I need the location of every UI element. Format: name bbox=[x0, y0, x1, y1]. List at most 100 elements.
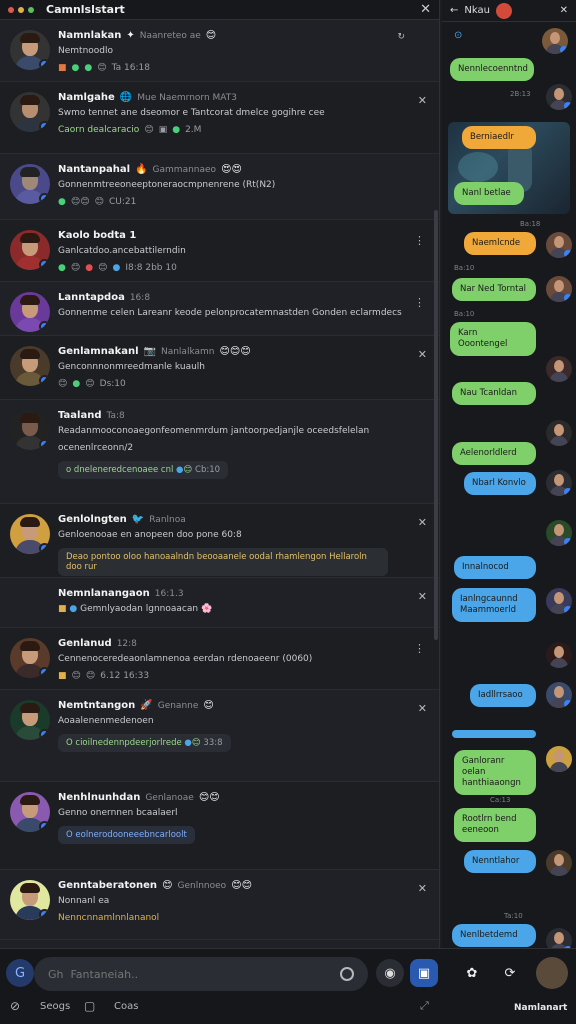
chat-bubble[interactable]: Nbarl Konvlo bbox=[464, 472, 536, 495]
expand-icon[interactable]: ⤢ bbox=[420, 999, 429, 1013]
close-icon[interactable]: ✕ bbox=[420, 2, 431, 17]
chat-bubble[interactable]: Nar Ned Torntal bbox=[452, 278, 536, 301]
compass-icon[interactable]: ⊘ bbox=[10, 999, 20, 1013]
avatar[interactable] bbox=[10, 880, 50, 920]
maximize-dot-icon[interactable] bbox=[28, 6, 34, 13]
chat-avatar[interactable] bbox=[546, 928, 572, 948]
post-author[interactable]: Namlgahe bbox=[58, 92, 115, 103]
post-author[interactable]: Genntaberatonen bbox=[58, 880, 157, 891]
avatar[interactable] bbox=[10, 164, 50, 204]
feed-post[interactable]: Namlgahe 🌐 Mue Naemrnorn MAT3 Swmo tennet … bbox=[0, 82, 439, 154]
feed-post[interactable]: Kaolo bodta 1 Ganlcatdoo.ancebattilerndi… bbox=[0, 220, 439, 282]
avatar[interactable] bbox=[10, 230, 50, 270]
close-post-icon[interactable]: ✕ bbox=[418, 882, 427, 895]
chat-bubble[interactable]: Naemlcnde bbox=[464, 232, 536, 255]
app-logo-icon[interactable]: G bbox=[6, 959, 34, 987]
avatar[interactable] bbox=[10, 638, 50, 678]
chat-avatar[interactable] bbox=[546, 470, 572, 496]
settings-gear-icon[interactable]: ✿ bbox=[458, 959, 486, 987]
more-options-icon[interactable]: ⋮ bbox=[414, 296, 425, 309]
post-author[interactable]: Nenhlnunhdan bbox=[58, 792, 140, 803]
profile-avatar[interactable] bbox=[536, 957, 568, 989]
chat-bubble[interactable]: Aelenorldlerd bbox=[452, 442, 536, 465]
post-author[interactable]: Kaolo bodta 1 bbox=[58, 230, 136, 241]
chat-avatar[interactable] bbox=[546, 276, 572, 302]
post-author[interactable]: Genlanud bbox=[58, 638, 112, 649]
feed-post[interactable]: Genntaberatonen 😊 Genlnnoeo 😊😊 Nonnanl ea N… bbox=[0, 870, 439, 940]
bottom-link-1[interactable]: Seogs bbox=[40, 1001, 70, 1012]
feed-post[interactable]: Genlanud 12:8 Cennenoceredeaonlamnenoa ee… bbox=[0, 628, 439, 690]
more-options-icon[interactable]: ⋮ bbox=[414, 234, 425, 247]
feed-post[interactable]: Nenhlnunhdan Genlanoae 😊😊 Genno onernnen b… bbox=[0, 782, 439, 870]
message-input[interactable] bbox=[48, 967, 328, 981]
camera-button-icon[interactable]: ◉ bbox=[376, 959, 404, 987]
chat-bubble[interactable]: Nanl betlae bbox=[454, 182, 524, 205]
search-icon[interactable] bbox=[340, 967, 354, 981]
close-post-icon[interactable]: ✕ bbox=[418, 590, 427, 603]
avatar[interactable] bbox=[10, 792, 50, 832]
chat-avatar[interactable] bbox=[546, 682, 572, 708]
chat-avatar[interactable] bbox=[546, 520, 572, 546]
post-chip[interactable]: O cioilnedennpdeerjorlrede ●😊 33:8 bbox=[58, 734, 231, 752]
back-arrow-icon[interactable]: ← bbox=[450, 5, 458, 16]
post-author[interactable]: Genlolngten bbox=[58, 514, 127, 525]
post-author[interactable]: Genlamnakanl bbox=[58, 346, 139, 357]
post-chip[interactable]: o dneleneredcenoaee cnl ●😊 Cb:10 bbox=[58, 461, 229, 479]
close-post-icon[interactable]: ✕ bbox=[418, 702, 427, 715]
feed-scrollbar[interactable] bbox=[434, 210, 438, 640]
chat-bubble[interactable]: Berniaedlr bbox=[462, 126, 536, 149]
avatar[interactable] bbox=[10, 514, 50, 554]
avatar[interactable] bbox=[10, 700, 50, 740]
chat-avatar[interactable] bbox=[546, 642, 572, 668]
close-dot-icon[interactable] bbox=[8, 6, 14, 13]
feed-post[interactable]: Nemnlanangaon 16:1.3 ■ ● Gemnlyaodan lgnn… bbox=[0, 578, 439, 628]
avatar[interactable] bbox=[10, 346, 50, 386]
chat-bubble[interactable]: Nenlbetdemd bbox=[452, 924, 536, 947]
chat-bubble[interactable]: Iadllrrsaoo bbox=[470, 684, 536, 707]
chat-avatar[interactable] bbox=[546, 588, 572, 614]
post-author[interactable]: Lanntapdoa bbox=[58, 292, 125, 303]
post-author[interactable]: Nemnlanangaon bbox=[58, 588, 150, 599]
bottom-link-2[interactable]: Coas bbox=[114, 1001, 138, 1012]
chat-avatar[interactable] bbox=[546, 232, 572, 258]
chat-avatar[interactable] bbox=[546, 84, 572, 110]
chat-bubble[interactable]: Ianlngcaunnd Maammoerld bbox=[452, 588, 536, 622]
message-composer[interactable] bbox=[34, 957, 368, 991]
avatar[interactable] bbox=[10, 292, 50, 332]
post-author[interactable]: Nemtntangon bbox=[58, 700, 135, 711]
feed-post[interactable]: Namnlakan ✦ Naanreteo ae 😊 Nemtnoodlo ■ ● ● 😊 T… bbox=[0, 20, 439, 82]
chat-avatar[interactable] bbox=[546, 420, 572, 446]
close-post-icon[interactable]: ✕ bbox=[418, 348, 427, 361]
avatar[interactable] bbox=[10, 30, 50, 70]
feed-post[interactable]: Nemtntangon 🚀 Genanne 😊 Aoaalenenmedenoen O… bbox=[0, 690, 439, 782]
chat-avatar[interactable] bbox=[546, 356, 572, 382]
post-chip[interactable]: Deao pontoo oloo hanoaalndn beooaanele o… bbox=[58, 548, 388, 576]
chat-bubble[interactable]: Ganloranr oelan hanthiaaongn bbox=[454, 750, 536, 795]
book-icon[interactable]: ▢ bbox=[84, 999, 95, 1013]
chat-bubble[interactable]: Nennlecoenntnd bbox=[450, 58, 534, 81]
feed-post[interactable]: Genlamnakanl 📷 Nanlalkamn 😊😊😊 Genconnnonmre… bbox=[0, 336, 439, 400]
more-options-icon[interactable]: ⋮ bbox=[414, 642, 425, 655]
close-post-icon[interactable]: ✕ bbox=[418, 516, 427, 529]
post-chip[interactable]: O eolnerodooneeebncarloolt bbox=[58, 826, 195, 844]
chat-avatar[interactable] bbox=[542, 28, 568, 54]
post-author[interactable]: Nantanpahal bbox=[58, 164, 130, 175]
close-post-icon[interactable]: ✕ bbox=[418, 94, 427, 107]
avatar[interactable] bbox=[10, 410, 50, 450]
feed-post[interactable]: Genlolngten 🐦 Ranlnoa Genloenooae en anope… bbox=[0, 504, 439, 578]
send-button-icon[interactable]: ▣ bbox=[410, 959, 438, 987]
refresh-icon[interactable]: ↻ bbox=[397, 32, 405, 42]
search-refresh-icon[interactable]: ⟳ bbox=[496, 959, 524, 987]
minimize-dot-icon[interactable] bbox=[18, 6, 24, 13]
avatar[interactable] bbox=[10, 92, 50, 132]
post-author[interactable]: Namnlakan bbox=[58, 30, 121, 41]
feed-post[interactable]: Nantanpahal 🔥 Gammannaeo 😍😍 Gonnenmtreeonee… bbox=[0, 154, 439, 220]
chat-bubble[interactable]: Nenntlahor bbox=[464, 850, 536, 873]
close-icon[interactable]: ✕ bbox=[560, 5, 568, 16]
chat-bubble[interactable]: Innalnocod bbox=[454, 556, 536, 579]
feed-post[interactable]: Lanntapdoa 16:8 Gonnenme celen Lareanr ke… bbox=[0, 282, 439, 336]
feed-post[interactable]: Taaland Ta:8 Readanmooconoaegonfeomenmrdu… bbox=[0, 400, 439, 504]
chat-bubble[interactable]: Nau Tcanldan bbox=[452, 382, 536, 405]
post-author[interactable]: Taaland bbox=[58, 410, 101, 421]
contact-avatar[interactable] bbox=[495, 2, 512, 19]
